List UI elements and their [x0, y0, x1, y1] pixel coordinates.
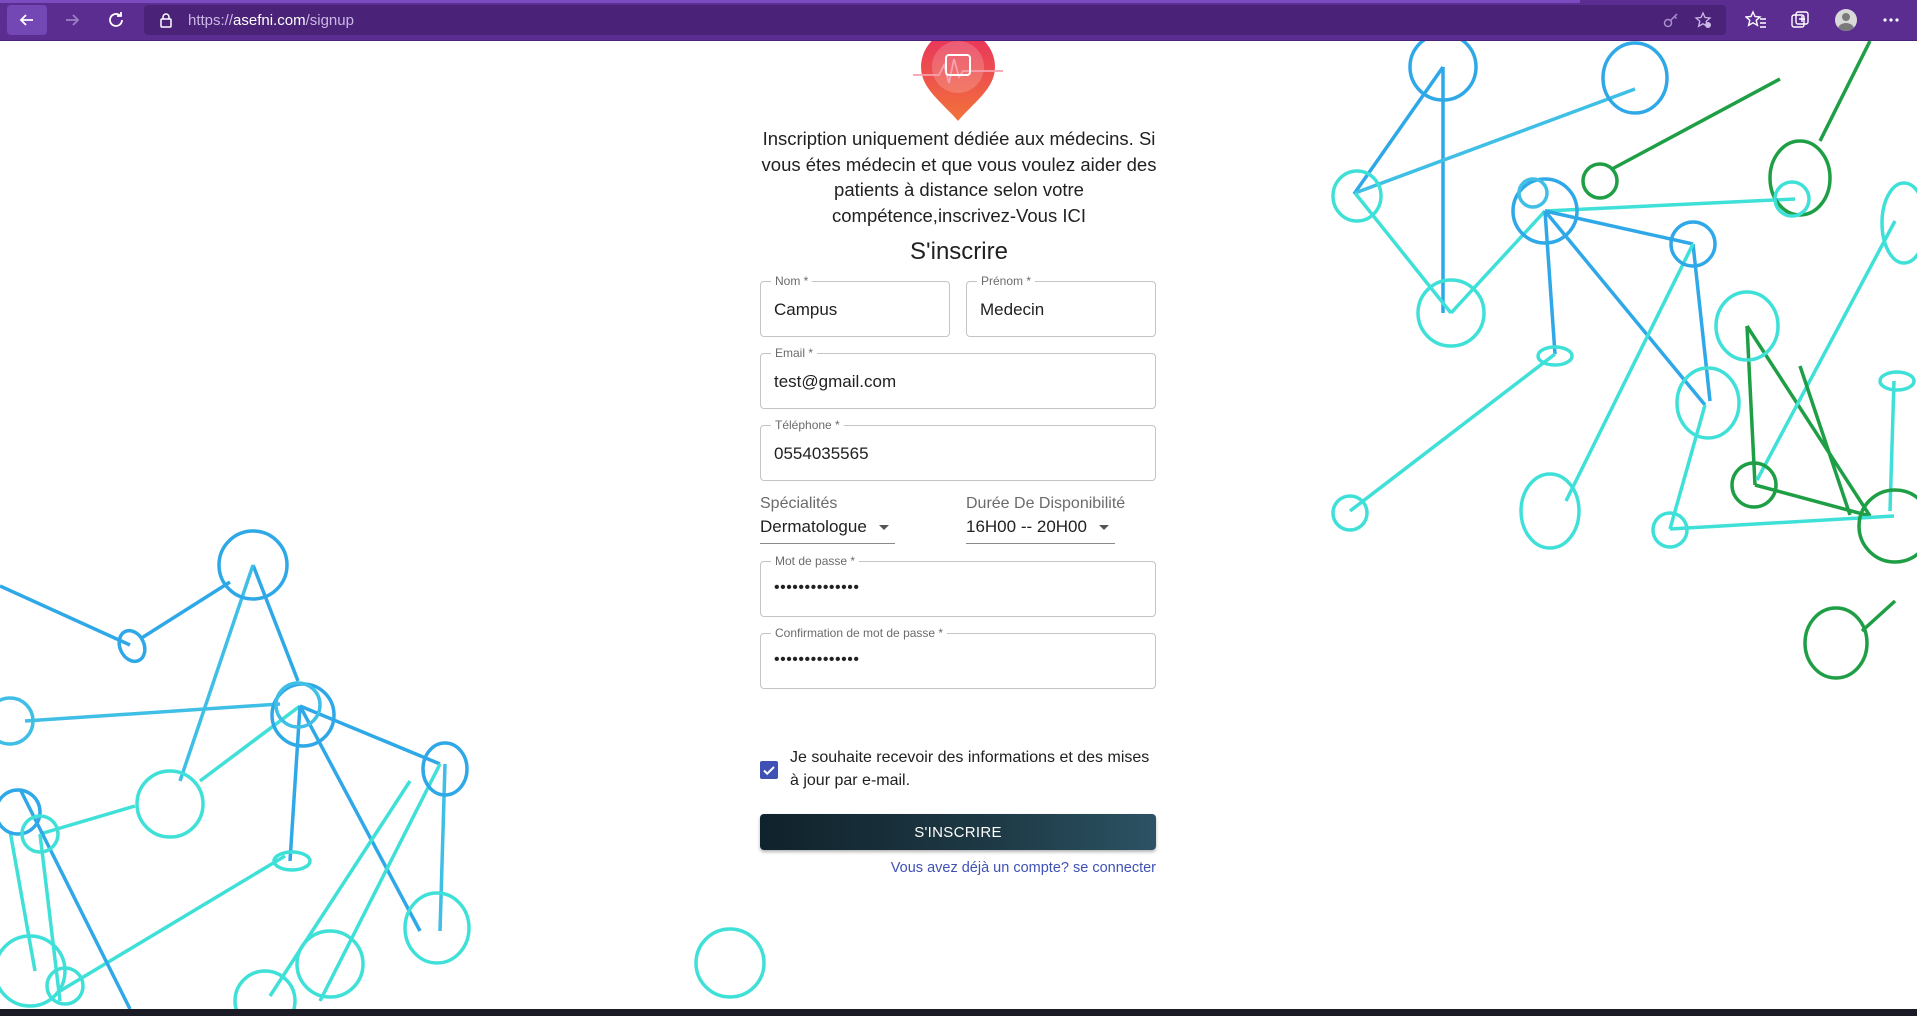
address-bar[interactable]: https://asefni.com/signup	[144, 5, 1726, 35]
browser-toolbar: https://asefni.com/signup	[0, 0, 1917, 41]
url-host: asefni.com	[233, 12, 306, 29]
tab-strip-edge	[0, 0, 1580, 3]
page-title: S'inscrire	[910, 238, 1008, 265]
favorites-icon[interactable]	[1745, 9, 1767, 31]
add-favorite-icon[interactable]	[1694, 11, 1712, 29]
email-value: test@gmail.com	[774, 372, 897, 391]
intro-text: Inscription uniquement dédiée aux médeci…	[761, 128, 1157, 226]
key-icon[interactable]	[1662, 11, 1680, 29]
telephone-value: 0554035565	[774, 444, 869, 463]
password-value: ••••••••••••••	[774, 579, 860, 596]
url-path: /signup	[305, 12, 354, 29]
signup-page: Inscription uniquement dédiée aux médeci…	[0, 41, 1917, 1009]
email-label: Email *	[771, 346, 818, 360]
disponibilite-selected: 16H00 -- 20H00	[966, 517, 1087, 536]
dropdown-arrow-icon	[1098, 525, 1109, 530]
specialites-label: Spécialités	[760, 495, 838, 512]
checkmark-icon	[763, 766, 775, 776]
disponibilite-select[interactable]: Durée De Disponibilité 16H00 -- 20H00	[966, 495, 1125, 544]
collections-icon[interactable]	[1789, 9, 1811, 31]
more-options-icon[interactable]	[1880, 9, 1902, 31]
signup-button[interactable]: S'INSCRIRE	[760, 814, 1156, 850]
disponibilite-label: Durée De Disponibilité	[966, 495, 1126, 512]
prenom-label: Prénom *	[977, 274, 1036, 288]
url-prefix: https://	[188, 12, 234, 29]
prenom-value: Medecin	[980, 300, 1045, 319]
asefni-logo	[913, 41, 1003, 121]
password-confirm-field[interactable]: Confirmation de mot de passe * •••••••••…	[760, 626, 1156, 689]
reload-button[interactable]	[96, 5, 136, 35]
password-label: Mot de passe *	[771, 554, 860, 568]
password-field[interactable]: Mot de passe * ••••••••••••••	[760, 554, 1156, 617]
arrow-left-icon	[19, 14, 33, 26]
lock-icon	[160, 13, 172, 28]
password-confirm-label: Confirmation de mot de passe *	[771, 626, 948, 640]
url-text: https://asefni.com/signup	[188, 12, 354, 29]
taskbar-edge	[0, 1009, 1917, 1016]
back-button[interactable]	[7, 5, 47, 35]
disponibilite-value[interactable]: 16H00 -- 20H00	[966, 517, 1115, 544]
telephone-field[interactable]: Téléphone * 0554035565	[760, 418, 1156, 481]
specialites-select[interactable]: Spécialités Dermatologue	[760, 495, 895, 544]
nom-field[interactable]: Nom * Campus	[760, 274, 950, 337]
prenom-field[interactable]: Prénom * Medecin	[966, 274, 1156, 337]
arrow-right-icon	[66, 14, 80, 26]
nom-value: Campus	[774, 300, 838, 319]
specialites-selected: Dermatologue	[760, 517, 867, 536]
email-field[interactable]: Email * test@gmail.com	[760, 346, 1156, 409]
password-confirm-value: ••••••••••••••	[774, 651, 860, 668]
dropdown-arrow-icon	[878, 525, 889, 530]
forward-button[interactable]	[52, 5, 92, 35]
profile-avatar-icon[interactable]	[1835, 9, 1857, 31]
telephone-label: Téléphone *	[771, 418, 844, 432]
newsletter-label: Je souhaite recevoir des informations et…	[790, 749, 1150, 789]
newsletter-checkbox[interactable]	[760, 761, 778, 779]
login-link[interactable]: Vous avez déjà un compte? se connecter	[760, 860, 1156, 876]
nom-label: Nom *	[771, 274, 813, 288]
specialites-value[interactable]: Dermatologue	[760, 517, 895, 544]
refresh-icon	[109, 12, 123, 27]
